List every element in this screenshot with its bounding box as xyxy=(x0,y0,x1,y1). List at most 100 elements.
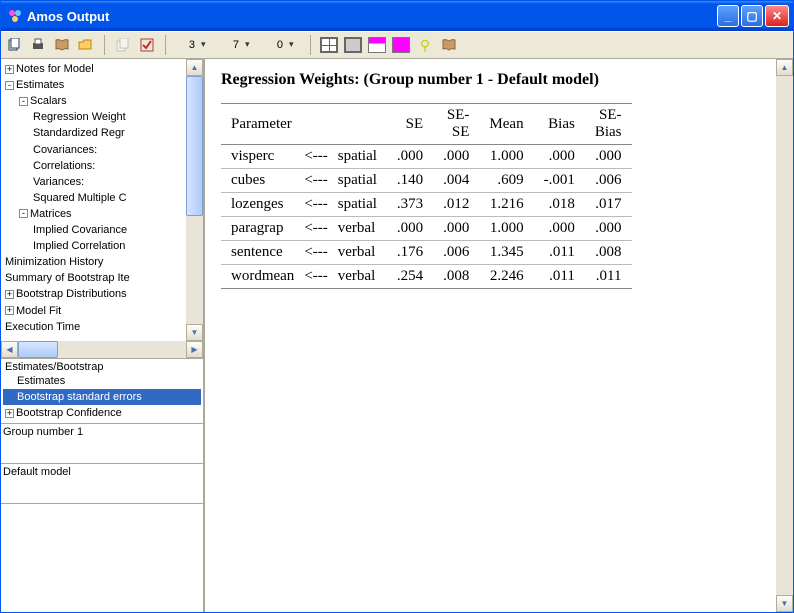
cell-arrow: <--- xyxy=(300,265,331,289)
cell-value: .011 xyxy=(585,265,632,289)
view-crosshair-icon[interactable] xyxy=(320,37,338,53)
dropdown-icon[interactable]: ▾ xyxy=(245,39,257,51)
tree-item[interactable]: -Scalars xyxy=(3,93,201,109)
dropdown-icon[interactable]: ▾ xyxy=(289,39,301,51)
tree-item-label: Execution Time xyxy=(5,319,80,335)
table-row: lozenges<---spatial.373.0121.216.018.017 xyxy=(221,193,632,217)
cell-value: .140 xyxy=(387,169,433,193)
expand-icon[interactable]: + xyxy=(5,290,14,299)
collapse-icon[interactable]: - xyxy=(19,97,28,106)
tree-item[interactable]: Correlations: xyxy=(3,158,201,174)
table-row: visperc<---spatial.000.0001.000.000.000 xyxy=(221,145,632,169)
scroll-down-icon[interactable]: ▼ xyxy=(776,595,793,612)
expand-icon[interactable]: + xyxy=(5,306,14,315)
scroll-thumb[interactable] xyxy=(18,341,58,358)
scrollbar-horizontal[interactable]: ◀ ▶ xyxy=(1,341,203,358)
tree-item[interactable]: Covariances: xyxy=(3,141,201,157)
tree-item[interactable]: Variances: xyxy=(3,174,201,190)
cell-value: .017 xyxy=(585,193,632,217)
cell-factor: spatial xyxy=(332,145,387,169)
list-item[interactable]: Bootstrap standard errors xyxy=(3,389,201,405)
column-header: Bias xyxy=(534,104,585,145)
column-header: SE- Bias xyxy=(585,104,632,145)
pin-icon[interactable]: ⚲ xyxy=(416,36,434,54)
tree-item[interactable]: Squared Multiple C xyxy=(3,190,201,206)
tree-item[interactable]: -Matrices xyxy=(3,206,201,222)
tree-item-label: Covariances: xyxy=(33,142,97,158)
tree-item[interactable]: Execution Time xyxy=(3,319,201,335)
tree-item[interactable]: Regression Weight xyxy=(3,109,201,125)
tree-item-label: Estimates xyxy=(16,77,64,93)
cell-value: .011 xyxy=(534,265,585,289)
tree-item[interactable]: Summary of Bootstrap Ite xyxy=(3,270,201,286)
tree-item[interactable]: Implied Correlation xyxy=(3,238,201,254)
cell-value: .254 xyxy=(387,265,433,289)
tree-item[interactable]: +Bootstrap Distributions xyxy=(3,286,201,302)
tree-item[interactable]: Minimization History xyxy=(3,254,201,270)
tree-item[interactable]: +Model Fit xyxy=(3,302,201,318)
collapse-icon[interactable]: - xyxy=(5,81,14,90)
scroll-right-icon[interactable]: ▶ xyxy=(186,341,203,358)
main-content: Regression Weights: (Group number 1 - De… xyxy=(205,59,793,612)
scrollbar-vertical[interactable]: ▲ ▼ xyxy=(186,59,203,341)
column-header: Parameter xyxy=(221,104,387,145)
table-row: cubes<---spatial.140.004.609-.001.006 xyxy=(221,169,632,193)
book-icon[interactable] xyxy=(53,36,71,54)
tree-item-label: Model Fit xyxy=(16,303,61,319)
scroll-up-icon[interactable]: ▲ xyxy=(776,59,793,76)
cell-value: .000 xyxy=(585,145,632,169)
scrollbar-vertical[interactable]: ▲ ▼ xyxy=(776,59,793,612)
tree-item-label: Correlations: xyxy=(33,158,95,174)
tree-item-label: Matrices xyxy=(30,206,72,222)
list-item-label: Bootstrap standard errors xyxy=(17,391,142,403)
expand-icon[interactable]: + xyxy=(5,409,14,418)
minimize-button[interactable]: _ xyxy=(717,5,739,27)
tree-item-label: Squared Multiple C xyxy=(33,190,127,206)
window-title: Amos Output xyxy=(27,9,717,24)
dropdown-icon[interactable]: ▾ xyxy=(201,39,213,51)
copy-to-clipboard-icon[interactable] xyxy=(5,36,23,54)
view-gray-icon[interactable] xyxy=(344,37,362,53)
tree-item-label: Implied Correlation xyxy=(33,238,125,254)
expand-icon[interactable]: + xyxy=(5,65,14,74)
tree-item[interactable]: Implied Covariance xyxy=(3,222,201,238)
tree-item-label: Scalars xyxy=(30,93,67,109)
scroll-thumb[interactable] xyxy=(186,76,203,216)
toolbar: 3 ▾ 7 ▾ 0 ▾ ⚲ xyxy=(1,31,793,59)
scroll-up-icon[interactable]: ▲ xyxy=(186,59,203,76)
tree-item-label: Implied Covariance xyxy=(33,222,127,238)
cell-arrow: <--- xyxy=(300,241,331,265)
close-button[interactable]: ✕ xyxy=(765,5,789,27)
cell-value: .000 xyxy=(387,145,433,169)
copy-icon[interactable] xyxy=(114,36,132,54)
view-magenta-icon[interactable] xyxy=(392,37,410,53)
options-icon[interactable] xyxy=(138,36,156,54)
cell-parameter: sentence xyxy=(221,241,300,265)
cell-value: 1.345 xyxy=(479,241,533,265)
list-item-label: Estimates xyxy=(17,375,65,387)
cell-parameter: paragrap xyxy=(221,217,300,241)
cell-value: 1.216 xyxy=(479,193,533,217)
book2-icon[interactable] xyxy=(440,36,458,54)
collapse-icon[interactable]: - xyxy=(19,209,28,218)
tree-item[interactable]: Standardized Regr xyxy=(3,125,201,141)
list-item-label: Bootstrap Confidence xyxy=(16,407,122,419)
list-item[interactable]: Estimates xyxy=(3,373,201,389)
table-row: paragrap<---verbal.000.0001.000.000.000 xyxy=(221,217,632,241)
scroll-down-icon[interactable]: ▼ xyxy=(186,324,203,341)
cell-arrow: <--- xyxy=(300,169,331,193)
cell-parameter: lozenges xyxy=(221,193,300,217)
cell-value: 1.000 xyxy=(479,145,533,169)
maximize-button[interactable]: ▢ xyxy=(741,5,763,27)
view-split-icon[interactable] xyxy=(368,37,386,53)
group-pane[interactable]: Group number 1 xyxy=(1,424,203,464)
cell-factor: spatial xyxy=(332,169,387,193)
model-pane[interactable]: Default model xyxy=(1,464,203,504)
open-folder-icon[interactable] xyxy=(77,36,95,54)
list-item[interactable]: +Bootstrap Confidence xyxy=(3,405,201,421)
scroll-left-icon[interactable]: ◀ xyxy=(1,341,18,358)
print-icon[interactable] xyxy=(29,36,47,54)
cell-value: .006 xyxy=(433,241,479,265)
tree-item[interactable]: -Estimates xyxy=(3,77,201,93)
tree-item[interactable]: +Notes for Model xyxy=(3,61,201,77)
